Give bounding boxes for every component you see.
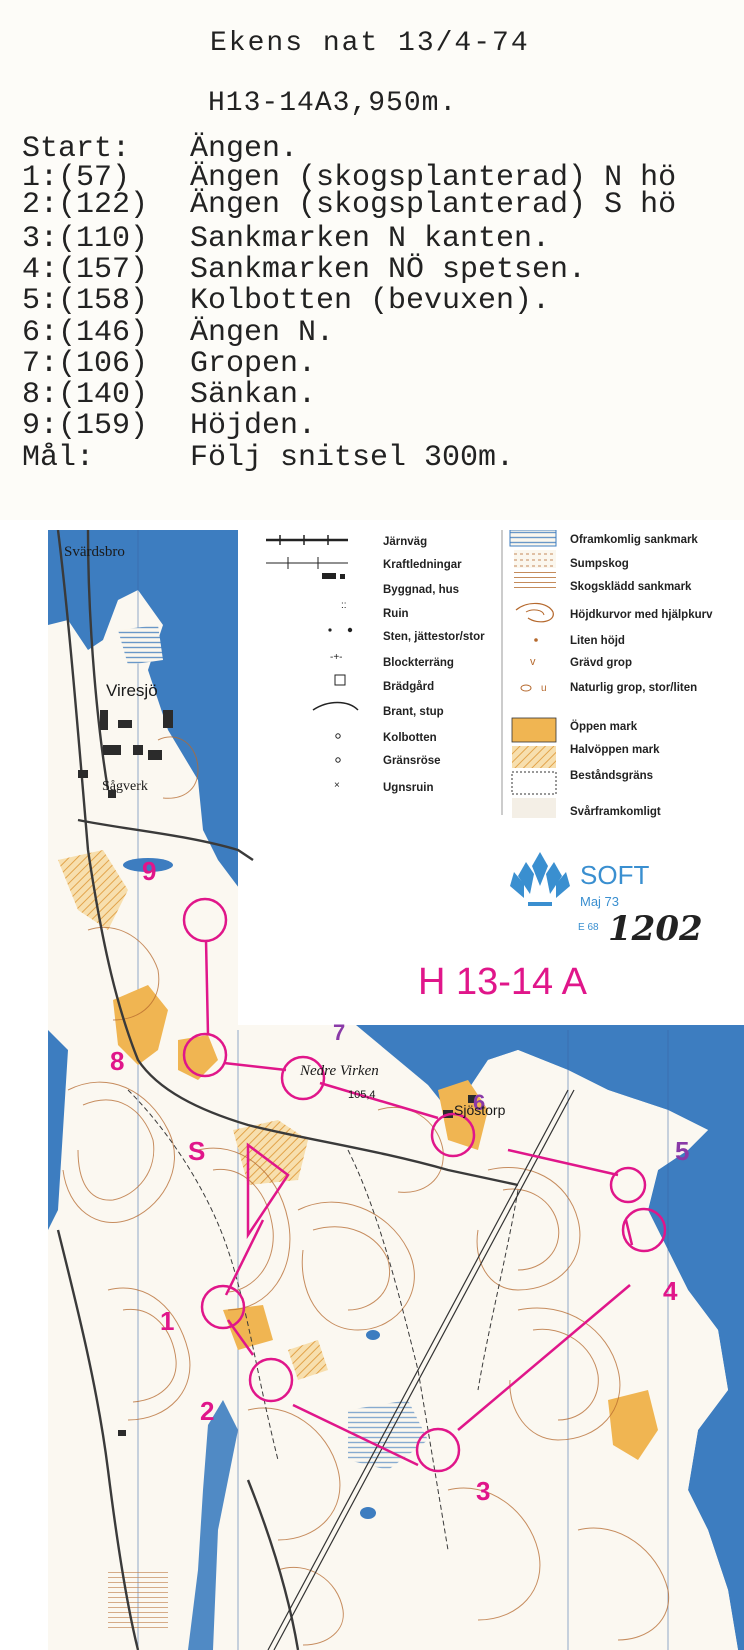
control-code: 6:(146) bbox=[22, 316, 149, 350]
spot-height: 105,4 bbox=[348, 1089, 376, 1101]
event-title: Ekens nat 13/4-74 bbox=[210, 28, 530, 59]
legend-bradgard: Brädgård bbox=[383, 681, 434, 693]
legend-oframkomlig: Oframkomlig sankmark bbox=[570, 534, 698, 546]
control-code: 8:(140) bbox=[22, 378, 149, 412]
control-number-8: 8 bbox=[110, 1046, 124, 1076]
control-number-9: 9 bbox=[142, 856, 156, 886]
control-desc: Ängen (skogsplanterad) S hö bbox=[190, 188, 677, 222]
legend-oppen-mark: Öppen mark bbox=[570, 720, 638, 733]
control-desc: Sankmarken NÖ spetsen. bbox=[190, 253, 587, 287]
control-code: 4:(157) bbox=[22, 253, 149, 287]
control-number-7: 7 bbox=[333, 1020, 345, 1045]
start-label: S bbox=[188, 1136, 205, 1166]
svg-text:v: v bbox=[530, 656, 536, 668]
control-code: Start: bbox=[22, 132, 131, 166]
svg-text:×: × bbox=[334, 780, 340, 791]
control-code: 9:(159) bbox=[22, 409, 149, 443]
control-desc: Sankmarken N kanten. bbox=[190, 222, 551, 256]
control-desc: Gropen. bbox=[190, 347, 317, 381]
control-number-3: 3 bbox=[476, 1476, 490, 1506]
control-desc: Ängen. bbox=[190, 132, 299, 166]
svg-text:u: u bbox=[541, 683, 547, 694]
control-number-1: 1 bbox=[160, 1306, 174, 1336]
control-code: Mål: bbox=[22, 441, 95, 475]
control-code: 3:(110) bbox=[22, 222, 149, 256]
legend-kolbotten: Kolbotten bbox=[383, 732, 437, 744]
svg-text:‑+‑: ‑+‑ bbox=[330, 652, 343, 663]
place-sagverk: Sågverk bbox=[102, 779, 148, 794]
legend-bestandsgrans: Beståndsgräns bbox=[570, 770, 653, 782]
control-description-sheet: Ekens nat 13/4-74 H13-14A3,950m. Start: Ä… bbox=[0, 0, 744, 520]
legend-svarframkomligt: Svårframkomligt bbox=[570, 806, 661, 818]
legend-gransrose: Gränsröse bbox=[383, 755, 441, 767]
handwritten-number: 1202 bbox=[608, 909, 703, 949]
legend-skogsklädd: Skogsklädd sankmark bbox=[570, 581, 692, 593]
orienteering-map: S 1 2 3 4 5 6 7 8 9 Svärdsbro Viresjö Så… bbox=[48, 530, 744, 1650]
course-stamp: H 13-14 A bbox=[418, 961, 588, 1003]
legend-blockterrang: Blockterräng bbox=[383, 657, 454, 669]
legend-liten-hojd: Liten höjd bbox=[570, 635, 625, 647]
legend-ruin: Ruin bbox=[383, 608, 409, 620]
control-desc: Ängen N. bbox=[190, 316, 335, 350]
control-number-2: 2 bbox=[200, 1396, 214, 1426]
svg-text:::: :: bbox=[341, 600, 347, 611]
legend-ugnsruin: Ugnsruin bbox=[383, 782, 433, 794]
place-sjostorp: Sjöstorp bbox=[454, 1102, 506, 1118]
legend-kraftledningar: Kraftledningar bbox=[383, 559, 462, 571]
legend-gravd-grop: Grävd grop bbox=[570, 657, 632, 669]
legend-hojdkurvor: Höjdkurvor med hjälpkurv bbox=[570, 609, 713, 621]
map-code: E 68 bbox=[578, 922, 599, 933]
control-number-5: 5 bbox=[675, 1136, 689, 1166]
control-code: 5:(158) bbox=[22, 284, 149, 318]
place-viresjo: Viresjö bbox=[106, 681, 158, 700]
control-desc: Sänkan. bbox=[190, 378, 317, 412]
place-nedre-virken: Nedre Virken bbox=[299, 1063, 379, 1079]
control-desc: Kolbotten (bevuxen). bbox=[190, 284, 551, 318]
legend-halvoppen: Halvöppen mark bbox=[570, 744, 660, 756]
legend-naturlig-grop: Naturlig grop, stor/liten bbox=[570, 682, 697, 694]
legend-brant: Brant, stup bbox=[383, 706, 444, 718]
control-desc: Höjden. bbox=[190, 409, 317, 443]
control-desc: Följ snitsel 300m. bbox=[190, 441, 515, 475]
soft-date: Maj 73 bbox=[580, 894, 619, 909]
soft-brand: SOFT bbox=[580, 860, 649, 890]
control-number-4: 4 bbox=[663, 1276, 678, 1306]
course-length: H13-14A3,950m. bbox=[208, 88, 458, 119]
legend-jarnvag: Järnväg bbox=[383, 536, 427, 548]
legend-sten: Sten, jättestor/stor bbox=[383, 631, 485, 643]
legend-byggnad: Byggnad, hus bbox=[383, 584, 459, 596]
control-code: 7:(106) bbox=[22, 347, 149, 381]
legend-sumpskog: Sumpskog bbox=[570, 558, 629, 570]
place-svardsbro: Svärdsbro bbox=[64, 544, 125, 560]
control-code: 2:(122) bbox=[22, 188, 149, 222]
